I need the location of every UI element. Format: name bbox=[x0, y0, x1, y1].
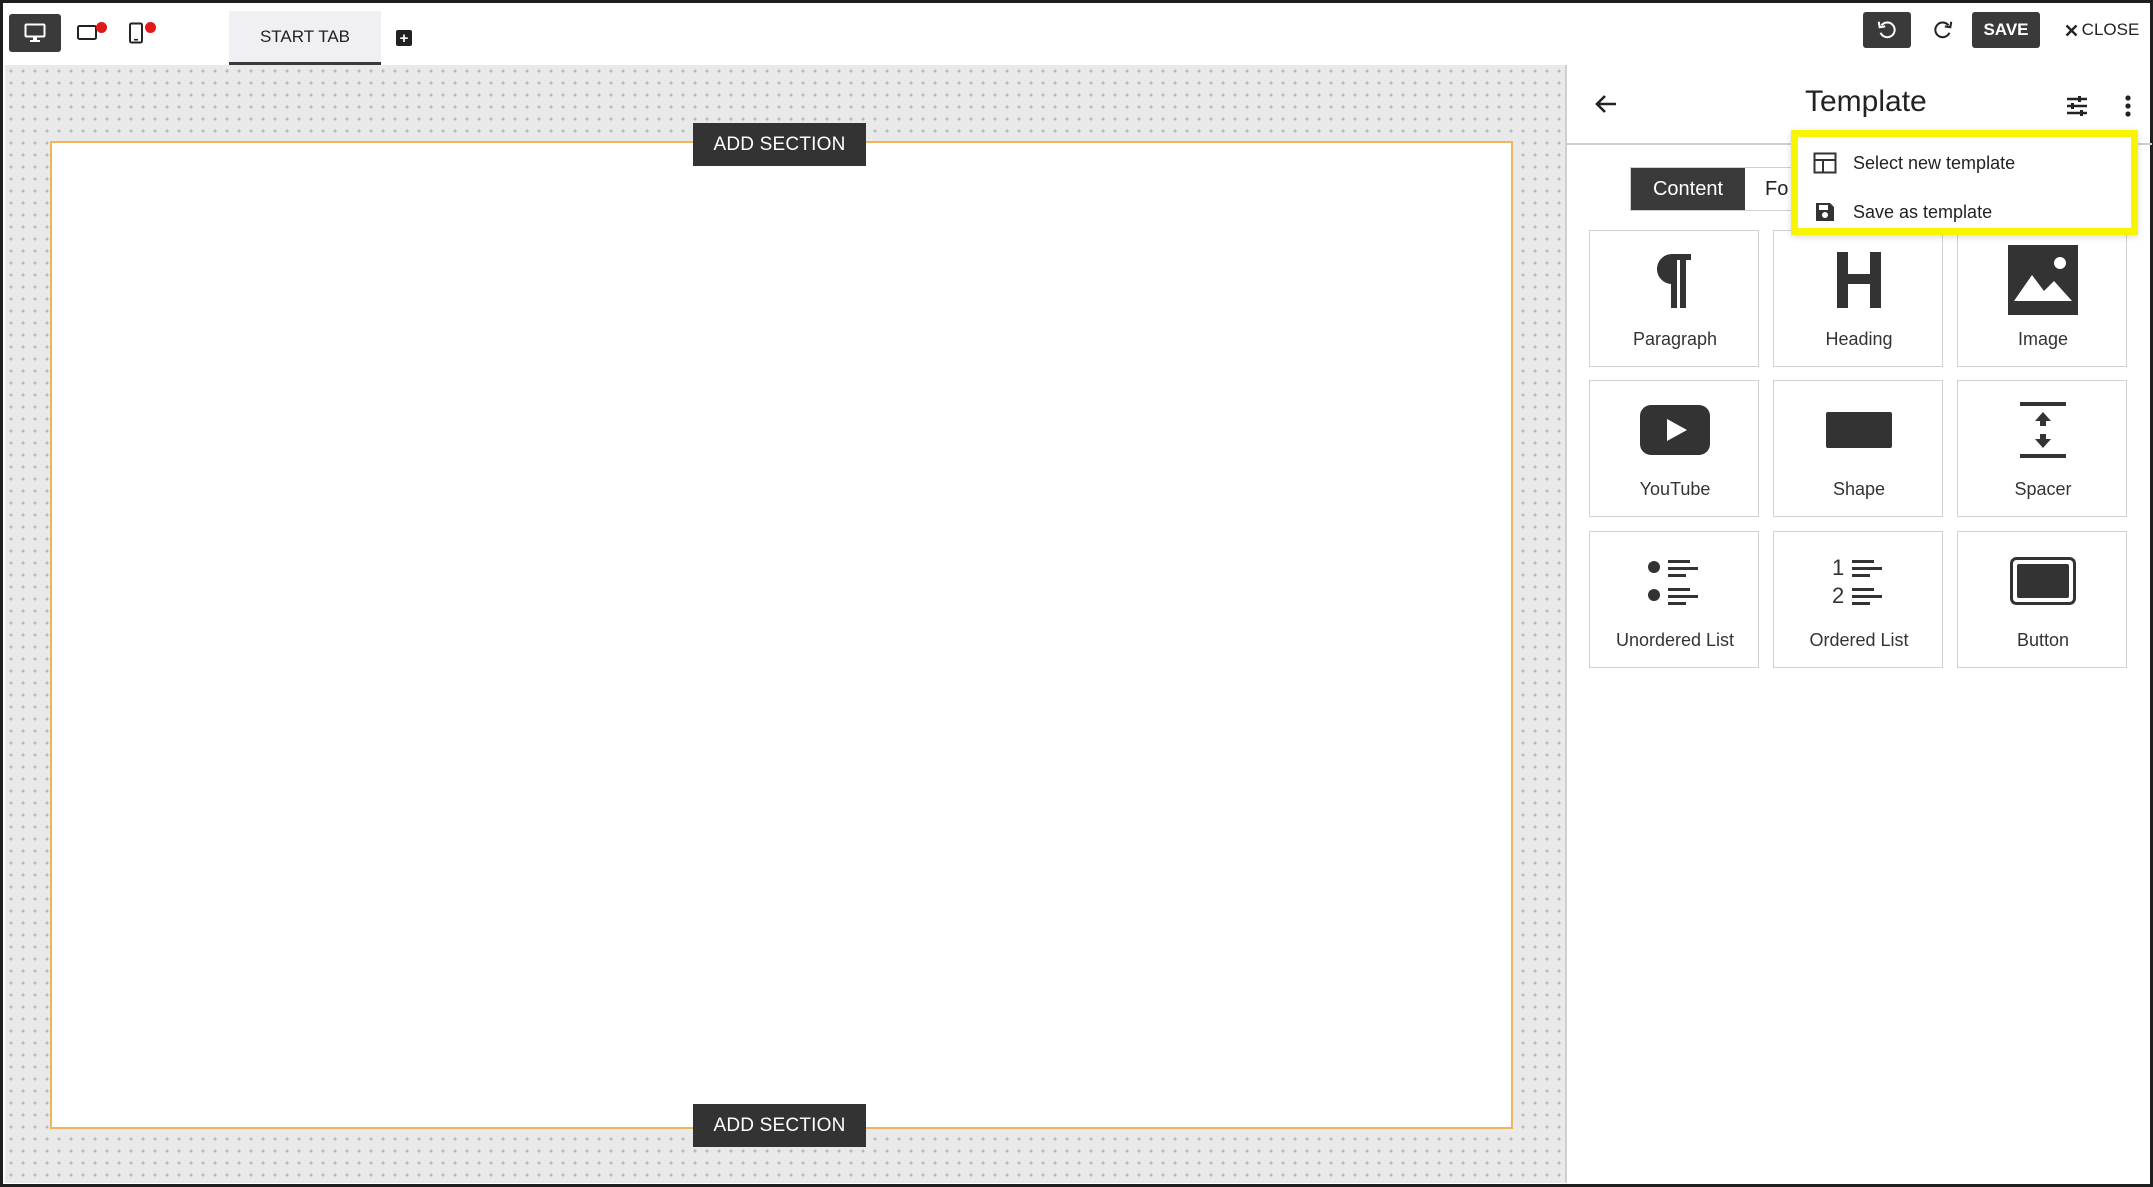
add-section-top-button[interactable]: ADD SECTION bbox=[693, 123, 866, 166]
undo-icon bbox=[1877, 21, 1896, 39]
tab-start[interactable]: START TAB bbox=[229, 11, 381, 65]
desktop-icon bbox=[24, 23, 46, 42]
tab-start-label: START TAB bbox=[259, 26, 351, 46]
mobile-notification-dot bbox=[145, 22, 156, 33]
element-shape-label: Shape bbox=[1832, 479, 1886, 499]
element-button[interactable]: Button bbox=[1957, 531, 2127, 668]
template-grid-icon bbox=[1813, 152, 1837, 174]
element-spacer[interactable]: Spacer bbox=[1957, 380, 2127, 517]
tab-content[interactable]: Content bbox=[1631, 168, 1745, 210]
menu-item-label: Select new template bbox=[1853, 152, 2016, 173]
menu-item-select-new-template[interactable]: Select new template bbox=[1798, 140, 2131, 186]
element-shape[interactable]: Shape bbox=[1773, 380, 1943, 517]
element-heading-label: Heading bbox=[1825, 329, 1893, 349]
floppy-disk-icon bbox=[1816, 203, 1834, 221]
element-spacer-label: Spacer bbox=[2014, 479, 2072, 499]
element-heading[interactable]: Heading bbox=[1773, 230, 1943, 367]
element-unordered-list[interactable]: Unordered List bbox=[1589, 531, 1759, 668]
element-image[interactable]: Image bbox=[1957, 230, 2127, 367]
paragraph-icon bbox=[1656, 253, 1691, 308]
element-image-label: Image bbox=[2017, 329, 2069, 349]
element-ordered-list[interactable]: 1 2 Ordered List bbox=[1773, 531, 1943, 668]
plus-square-icon: + bbox=[399, 29, 409, 47]
menu-item-label: Save as template bbox=[1853, 201, 1993, 222]
back-button[interactable] bbox=[1589, 87, 1623, 121]
more-vertical-icon bbox=[2125, 95, 2131, 117]
element-paragraph-label: Paragraph bbox=[1632, 329, 1718, 349]
unordered-list-icon bbox=[1648, 560, 1698, 605]
spacer-icon bbox=[2020, 402, 2066, 458]
more-options-button[interactable] bbox=[2117, 89, 2139, 123]
editor-canvas[interactable]: ADD SECTION ADD SECTION bbox=[5, 65, 1565, 1183]
mobile-icon bbox=[129, 22, 143, 44]
image-icon bbox=[2008, 245, 2078, 315]
element-youtube[interactable]: YouTube bbox=[1589, 380, 1759, 517]
undo-button[interactable] bbox=[1863, 12, 1911, 48]
content-section[interactable] bbox=[50, 141, 1513, 1129]
shape-icon bbox=[1826, 412, 1892, 448]
panel-title: Template bbox=[1805, 85, 1927, 118]
settings-button[interactable] bbox=[2060, 89, 2094, 123]
arrow-left-icon bbox=[1595, 95, 1616, 113]
redo-button[interactable] bbox=[1921, 12, 1965, 48]
svg-text:2: 2 bbox=[1832, 583, 1844, 606]
ordered-list-icon: 1 2 bbox=[1832, 556, 1882, 606]
tablet-icon bbox=[77, 25, 97, 40]
mobile-view-button[interactable] bbox=[110, 14, 162, 52]
element-youtube-label: YouTube bbox=[1639, 479, 1711, 499]
redo-icon bbox=[1934, 21, 1953, 39]
add-tab-button[interactable]: + bbox=[396, 30, 412, 46]
close-label: CLOSE bbox=[2081, 20, 2140, 39]
desktop-view-button[interactable] bbox=[9, 14, 61, 52]
youtube-icon bbox=[1640, 405, 1710, 455]
top-toolbar: START TAB + SAVE CLOSE bbox=[3, 3, 2150, 65]
element-unordered-list-label: Unordered List bbox=[1615, 630, 1735, 650]
element-paragraph[interactable]: Paragraph bbox=[1589, 230, 1759, 367]
menu-item-save-as-template[interactable]: Save as template bbox=[1798, 189, 2131, 235]
close-icon bbox=[2065, 24, 2078, 36]
svg-text:1: 1 bbox=[1832, 556, 1844, 580]
save-button[interactable]: SAVE bbox=[1972, 12, 2040, 48]
tablet-notification-dot bbox=[96, 22, 107, 33]
tablet-view-button[interactable] bbox=[61, 14, 113, 52]
element-button-label: Button bbox=[2016, 630, 2070, 650]
sliders-icon bbox=[2067, 96, 2087, 116]
button-icon bbox=[2010, 557, 2076, 605]
add-section-bottom-button[interactable]: ADD SECTION bbox=[693, 1104, 866, 1147]
close-button[interactable]: CLOSE bbox=[2061, 12, 2143, 48]
element-ordered-list-label: Ordered List bbox=[1809, 630, 1909, 650]
heading-icon bbox=[1837, 252, 1881, 308]
template-options-menu: Select new template Save as template bbox=[1791, 130, 2138, 235]
